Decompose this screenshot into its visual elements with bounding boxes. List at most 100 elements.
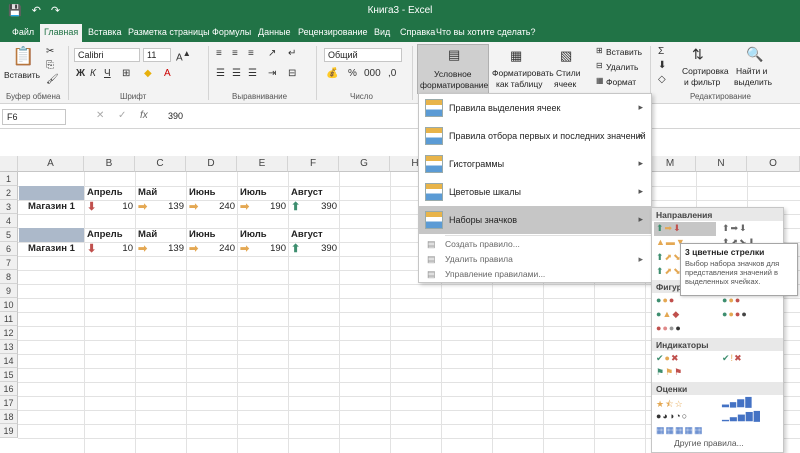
row-header[interactable]: 7 bbox=[0, 256, 18, 270]
tab-help[interactable]: Справка bbox=[396, 25, 439, 39]
fill-color-icon[interactable]: ◆ bbox=[144, 68, 152, 79]
five-boxes-icon[interactable]: ▦▦▦▦▦ bbox=[656, 425, 704, 436]
menu-item-new-rule[interactable]: ▤ Создать правило... bbox=[419, 237, 651, 251]
align-center-icon[interactable]: ☰ bbox=[232, 68, 241, 79]
month-header[interactable]: Август bbox=[291, 228, 323, 242]
autosum-icon[interactable]: Σ bbox=[658, 46, 664, 57]
menu-item-data-bars[interactable]: Гистограммы ▸ bbox=[419, 150, 651, 178]
comma-icon[interactable]: 000 bbox=[364, 68, 381, 79]
find-select-label-2[interactable]: выделить bbox=[734, 77, 772, 87]
clear-icon[interactable]: ◇ bbox=[658, 74, 666, 85]
value-cell[interactable]: 10 bbox=[100, 242, 133, 256]
month-header[interactable]: Июнь bbox=[189, 228, 216, 242]
value-cell[interactable]: 240 bbox=[202, 242, 235, 256]
currency-icon[interactable]: 💰 bbox=[326, 68, 338, 79]
value-cell[interactable]: 240 bbox=[202, 200, 235, 214]
three-traffic-lights-icon[interactable]: ●●● bbox=[656, 295, 675, 305]
cell-styles-label-1[interactable]: Стили bbox=[556, 68, 581, 78]
format-as-table-label-2[interactable]: как таблицу bbox=[496, 79, 543, 89]
row-header[interactable]: 4 bbox=[0, 214, 18, 228]
four-ratings-icon[interactable]: ▂▄▆█ bbox=[722, 397, 753, 408]
tab-home[interactable]: Главная bbox=[40, 24, 83, 42]
value-cell[interactable]: 390 bbox=[304, 242, 337, 256]
three-flags-icon[interactable]: ⚑⚑⚑ bbox=[656, 367, 683, 378]
format-cells-button[interactable]: Формат bbox=[606, 77, 636, 87]
font-name-select[interactable]: Calibri bbox=[74, 48, 140, 62]
align-middle-icon[interactable]: ≡ bbox=[232, 48, 238, 59]
menu-item-manage-rules[interactable]: ▤ Управление правилами... bbox=[419, 267, 651, 281]
row-header[interactable]: 5 bbox=[0, 228, 18, 242]
font-color-icon[interactable]: A bbox=[164, 68, 171, 79]
menu-item-clear-rules[interactable]: ▤ Удалить правила ▸ bbox=[419, 252, 651, 266]
tab-insert[interactable]: Вставка bbox=[84, 25, 125, 39]
format-as-table-label-1[interactable]: Форматировать bbox=[492, 68, 554, 78]
value-cell[interactable]: 139 bbox=[151, 242, 184, 256]
row-header[interactable]: 12 bbox=[0, 326, 18, 340]
col-header-b[interactable]: B bbox=[84, 156, 135, 172]
cell-styles-label-2[interactable]: ячеек bbox=[554, 79, 576, 89]
menu-item-highlight-rules[interactable]: Правила выделения ячеек ▸ bbox=[419, 94, 651, 122]
month-header[interactable]: Июнь bbox=[189, 186, 216, 200]
name-box[interactable]: F6 bbox=[2, 109, 66, 125]
month-header[interactable]: Август bbox=[291, 186, 323, 200]
three-signs-icon[interactable]: ●▲◆ bbox=[656, 309, 680, 320]
value-cell[interactable]: 10 bbox=[100, 200, 133, 214]
col-header-a[interactable]: A bbox=[18, 156, 84, 172]
cancel-icon[interactable]: ✕ bbox=[96, 110, 104, 121]
red-to-black-icon[interactable]: ●●●● bbox=[656, 323, 682, 333]
copy-icon[interactable]: ⎘ bbox=[46, 60, 54, 71]
month-header[interactable]: Апрель bbox=[87, 228, 123, 242]
cell-styles-icon[interactable]: ▧ bbox=[560, 48, 572, 64]
five-quarters-icon[interactable]: ●◕◑◔○ bbox=[656, 411, 688, 421]
col-header-f[interactable]: F bbox=[288, 156, 339, 172]
row-header[interactable]: 3 bbox=[0, 200, 18, 214]
highlighted-cell[interactable] bbox=[19, 228, 84, 242]
bold-icon[interactable]: Ж bbox=[76, 68, 85, 79]
find-icon[interactable]: 🔍 bbox=[746, 46, 763, 63]
three-symbols-circled-icon[interactable]: ✔●✖ bbox=[656, 353, 680, 364]
month-header[interactable]: Май bbox=[138, 186, 157, 200]
tab-review[interactable]: Рецензирование bbox=[294, 25, 372, 39]
five-colored-arrows-icon[interactable]: ⬆⬈⬊ bbox=[656, 266, 682, 277]
tab-data[interactable]: Данные bbox=[254, 25, 295, 39]
value-cell[interactable]: 190 bbox=[253, 200, 286, 214]
highlighted-cell[interactable] bbox=[19, 186, 84, 200]
select-all[interactable] bbox=[0, 156, 18, 172]
percent-icon[interactable]: % bbox=[348, 68, 357, 79]
menu-item-color-scales[interactable]: Цветовые шкалы ▸ bbox=[419, 178, 651, 206]
row-header[interactable]: 15 bbox=[0, 368, 18, 382]
align-right-icon[interactable]: ☰ bbox=[248, 68, 257, 79]
row-header[interactable]: 14 bbox=[0, 354, 18, 368]
tab-formulas[interactable]: Формулы bbox=[208, 25, 255, 39]
col-header-m[interactable]: M bbox=[645, 156, 696, 172]
col-header-n[interactable]: N bbox=[696, 156, 747, 172]
indent-icon[interactable]: ⇥ bbox=[268, 68, 276, 79]
increase-font-icon[interactable]: A▲ bbox=[176, 48, 191, 63]
store-label[interactable]: Магазин 1 bbox=[28, 200, 75, 214]
format-as-table-icon[interactable]: ▦ bbox=[510, 48, 522, 64]
row-header[interactable]: 16 bbox=[0, 382, 18, 396]
four-colored-arrows-icon[interactable]: ⬆⬈⬊ bbox=[656, 252, 682, 263]
store-label[interactable]: Магазин 1 bbox=[28, 242, 75, 256]
font-size-select[interactable]: 11 bbox=[143, 48, 171, 62]
tab-view[interactable]: Вид bbox=[370, 25, 394, 39]
row-header[interactable]: 11 bbox=[0, 312, 18, 326]
row-header[interactable]: 1 bbox=[0, 172, 18, 186]
value-cell[interactable]: 390 bbox=[304, 200, 337, 214]
insert-cells-button[interactable]: Вставить bbox=[606, 47, 642, 57]
row-header[interactable]: 2 bbox=[0, 186, 18, 200]
menu-item-top-bottom-rules[interactable]: Правила отбора первых и последних значен… bbox=[419, 122, 651, 150]
tab-file[interactable]: Файл bbox=[8, 25, 38, 39]
col-header-o[interactable]: O bbox=[747, 156, 800, 172]
three-gray-arrows-icon[interactable]: ⬆➡⬇ bbox=[722, 223, 748, 234]
value-cell[interactable]: 190 bbox=[253, 242, 286, 256]
align-left-icon[interactable]: ☰ bbox=[216, 68, 225, 79]
month-header[interactable]: Апрель bbox=[87, 186, 123, 200]
merge-icon[interactable]: ⊟ bbox=[288, 68, 296, 79]
format-painter-icon[interactable]: 🖌 bbox=[46, 74, 59, 85]
align-bottom-icon[interactable]: ≡ bbox=[248, 48, 254, 59]
formula-input[interactable]: 390 bbox=[168, 111, 183, 121]
menu-item-icon-sets[interactable]: Наборы значков ▸ bbox=[419, 206, 651, 234]
orientation-icon[interactable]: ↗ bbox=[268, 48, 276, 59]
delete-cells-button[interactable]: Удалить bbox=[606, 62, 638, 72]
